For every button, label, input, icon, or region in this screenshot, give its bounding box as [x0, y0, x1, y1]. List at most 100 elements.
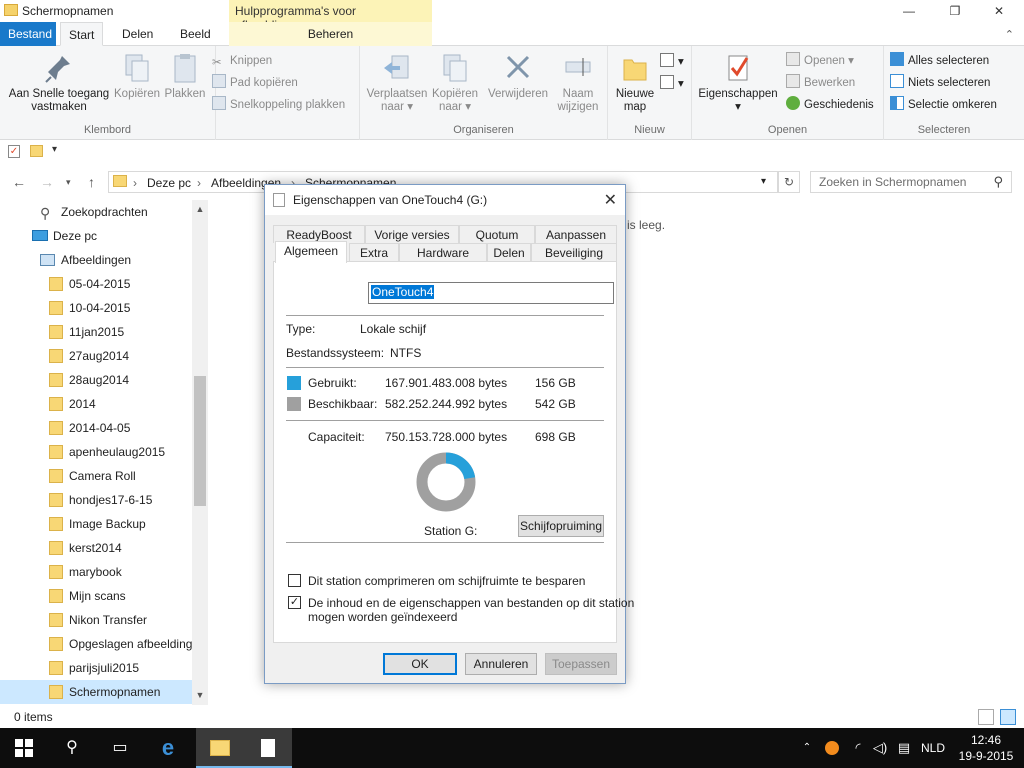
- new-item-button[interactable]: ▾: [660, 52, 684, 72]
- tab-file[interactable]: Bestand: [0, 22, 56, 46]
- new-folder-button[interactable]: Nieuwe map: [610, 52, 660, 114]
- compress-checkbox[interactable]: [288, 574, 301, 587]
- breadcrumb-deze-pc[interactable]: Deze pc: [147, 176, 191, 190]
- nav-folder-item[interactable]: Mijn scans: [0, 584, 192, 608]
- nav-folder-item[interactable]: kerst2014: [0, 536, 192, 560]
- volume-icon[interactable]: ◁): [870, 728, 890, 768]
- nav-folder-item[interactable]: 05-04-2015: [0, 272, 192, 296]
- nav-folder-item[interactable]: Nikon Transfer: [0, 608, 192, 632]
- refresh-icon[interactable]: ↻: [778, 171, 800, 193]
- group-organiseren: Verplaatsen naar ▾ Kopiëren naar ▾ Verwi…: [360, 46, 608, 140]
- nav-item-this-pc[interactable]: Deze pc: [0, 224, 192, 248]
- nav-folder-item[interactable]: 28aug2014: [0, 368, 192, 392]
- tab-general[interactable]: Algemeen: [275, 241, 347, 263]
- nav-folder-item[interactable]: 11jan2015: [0, 320, 192, 344]
- forward-arrow-icon[interactable]: →: [40, 174, 54, 190]
- tab-share[interactable]: Delen: [114, 22, 161, 46]
- nav-item-search[interactable]: ⚲ Zoekopdrachten: [0, 200, 192, 224]
- recent-chevron-icon[interactable]: ▾: [66, 177, 71, 188]
- new-item-icon: [660, 53, 674, 67]
- tab-security[interactable]: Beveiliging: [531, 243, 617, 261]
- language-indicator[interactable]: NLD: [918, 728, 948, 768]
- nav-folder-item[interactable]: Image Backup: [0, 512, 192, 536]
- scroll-thumb[interactable]: [194, 376, 206, 506]
- edge-browser-icon[interactable]: e: [144, 728, 192, 768]
- close-icon[interactable]: ✕: [604, 190, 617, 210]
- history-button[interactable]: Geschiedenis: [786, 95, 874, 115]
- nav-folder-item[interactable]: hondjes17-6-15: [0, 488, 192, 512]
- index-checkbox[interactable]: ✓: [288, 596, 301, 609]
- new-folder-icon[interactable]: [30, 145, 43, 157]
- search-icon[interactable]: ⚲: [48, 728, 96, 768]
- paste-button[interactable]: Plakken: [162, 52, 208, 101]
- scroll-up-icon[interactable]: ▲: [192, 204, 208, 214]
- chevron-down-icon[interactable]: ▾: [761, 176, 766, 187]
- tab-start[interactable]: Start: [60, 22, 104, 46]
- copy-to-button[interactable]: Kopiëren naar ▾: [430, 52, 480, 114]
- nav-folder-item[interactable]: 27aug2014: [0, 344, 192, 368]
- tab-view[interactable]: Beeld: [172, 22, 219, 46]
- tab-tools[interactable]: Extra: [349, 243, 399, 261]
- clock[interactable]: 12:46 19-9-2015: [956, 732, 1016, 764]
- properties-check-icon[interactable]: ✓: [8, 145, 20, 158]
- select-none-button[interactable]: Niets selecteren: [890, 73, 990, 93]
- nav-folder-item[interactable]: 2014-04-05: [0, 416, 192, 440]
- file-explorer-icon[interactable]: [196, 728, 244, 768]
- details-view-icon[interactable]: [978, 709, 994, 725]
- select-all-button[interactable]: Alles selecteren: [890, 51, 989, 71]
- large-icons-view-icon[interactable]: [1000, 709, 1016, 725]
- move-to-button[interactable]: Verplaatsen naar ▾: [362, 52, 432, 114]
- tab-hardware[interactable]: Hardware: [399, 243, 487, 261]
- tab-customize[interactable]: Aanpassen: [535, 225, 617, 243]
- close-button[interactable]: ✕: [976, 0, 1022, 22]
- avast-icon[interactable]: [822, 728, 842, 768]
- up-arrow-icon[interactable]: ↑: [88, 174, 95, 190]
- apply-button[interactable]: Toepassen: [545, 653, 617, 675]
- nav-folder-item[interactable]: apenheulaug2015: [0, 440, 192, 464]
- tab-previous-versions[interactable]: Vorige versies: [365, 225, 459, 243]
- breadcrumb-separator-icon[interactable]: ›: [133, 176, 137, 190]
- nav-item-pictures[interactable]: Afbeeldingen: [0, 248, 192, 272]
- back-arrow-icon[interactable]: ←: [12, 174, 26, 190]
- nav-folder-item[interactable]: parijsjuli2015: [0, 656, 192, 680]
- drive-name-input[interactable]: OneTouch4: [368, 282, 614, 304]
- easy-access-button[interactable]: ▾: [660, 74, 684, 94]
- task-view-icon[interactable]: ▭: [96, 728, 144, 768]
- rename-button[interactable]: Naam wijzigen: [552, 52, 604, 114]
- cancel-button[interactable]: Annuleren: [465, 653, 537, 675]
- tab-sharing[interactable]: Delen: [487, 243, 531, 261]
- breadcrumb-separator-icon[interactable]: ›: [197, 176, 201, 190]
- maximize-button[interactable]: ❐: [932, 0, 978, 22]
- minimize-button[interactable]: —: [886, 0, 932, 22]
- chevron-up-icon[interactable]: ⌃: [798, 728, 816, 768]
- pin-quick-access-button[interactable]: Aan Snelle toegang vastmaken: [4, 52, 114, 114]
- wifi-icon[interactable]: ◜: [848, 728, 868, 768]
- nav-folder-item[interactable]: Opgeslagen afbeelding: [0, 632, 192, 656]
- nav-folder-item[interactable]: marybook: [0, 560, 192, 584]
- tab-quota[interactable]: Quotum: [459, 225, 535, 243]
- capacity-gb: 698 GB: [535, 430, 576, 444]
- ok-button[interactable]: OK: [383, 653, 457, 675]
- nav-folder-item[interactable]: Schermopnamen: [0, 680, 192, 704]
- nav-folder-item[interactable]: Camera Roll: [0, 464, 192, 488]
- nav-folder-item[interactable]: 10-04-2015: [0, 296, 192, 320]
- notifications-icon[interactable]: ▤: [894, 728, 914, 768]
- copy-button[interactable]: Kopiëren: [114, 52, 160, 101]
- properties-button[interactable]: Eigenschappen ▾: [696, 52, 780, 114]
- properties-window-icon[interactable]: [244, 728, 292, 768]
- invert-selection-button[interactable]: Selectie omkeren: [890, 95, 997, 115]
- tab-manage[interactable]: Beheren: [229, 22, 432, 46]
- delete-button[interactable]: Verwijderen: [486, 52, 550, 101]
- pin-label: Aan Snelle toegang vastmaken: [8, 88, 110, 113]
- move-icon: [384, 55, 409, 79]
- scroll-down-icon[interactable]: ▼: [192, 690, 208, 700]
- windows-start-icon[interactable]: [0, 728, 48, 768]
- chevron-up-icon[interactable]: ⌃: [1005, 28, 1014, 41]
- open-button[interactable]: Openen ▾: [786, 51, 854, 71]
- chevron-down-icon[interactable]: ▾: [52, 144, 57, 155]
- nav-scrollbar[interactable]: ▲ ▼: [192, 200, 208, 705]
- nav-folder-item[interactable]: 2014: [0, 392, 192, 416]
- disk-cleanup-button[interactable]: Schijfopruiming: [518, 515, 604, 537]
- edit-button[interactable]: Bewerken: [786, 73, 855, 93]
- search-input[interactable]: Zoeken in Schermopnamen ⚲: [810, 171, 1012, 193]
